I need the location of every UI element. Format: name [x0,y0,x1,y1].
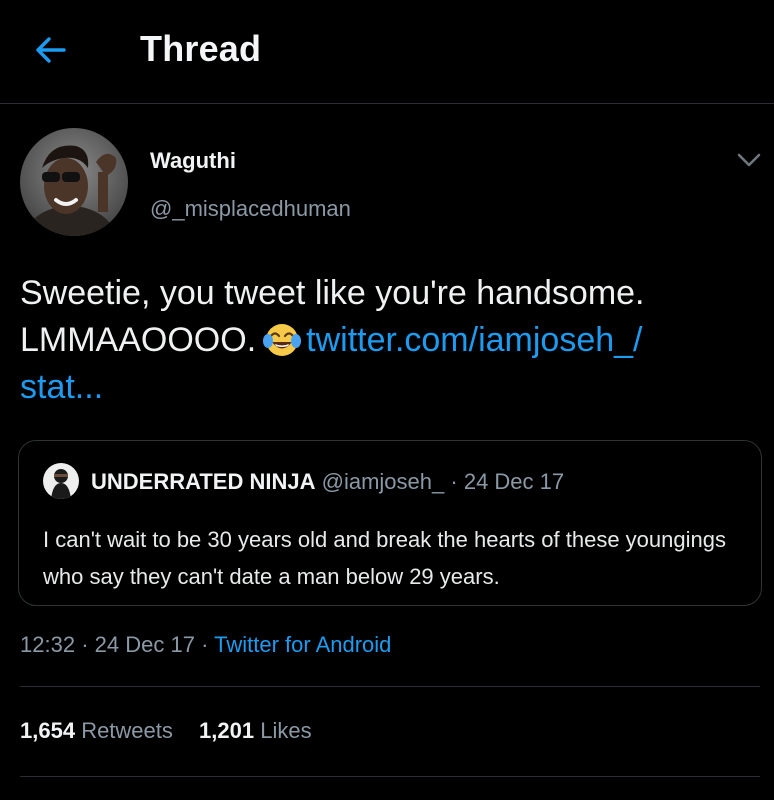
quoted-author-name: UNDERRATED NINJA [91,469,316,494]
back-button[interactable] [30,30,70,70]
likes-count: 1,201 [199,718,255,743]
arrow-left-icon [36,37,66,63]
tweet-source-link[interactable]: Twitter for Android [214,632,391,657]
quoted-tweet-header: UNDERRATED NINJA @iamjoseh_ · 24 Dec 17 [91,469,564,495]
divider [20,686,760,687]
page-title: Thread [140,28,262,69]
tweet-link[interactable]: twitter.com/iamjoseh_/ [306,321,642,359]
retweets-label: Retweets [81,718,173,743]
tweet-meta: 12:32 · 24 Dec 17 · Twitter for Android [20,632,391,658]
chevron-down-icon [737,153,761,167]
tweet-date: 24 Dec 17 [94,632,195,657]
tweet-text-line1: Sweetie, you tweet like you're handsome. [20,274,645,312]
avatar[interactable] [20,128,128,236]
retweets-count: 1,654 [20,718,76,743]
tweet-stats: 1,654 Retweets 1,201 Likes [20,718,312,744]
quoted-avatar [43,463,79,499]
quoted-author-handle: @iamjoseh_ [321,469,445,494]
retweets-stat[interactable]: 1,654 Retweets [20,718,173,744]
separator-dot: · [81,632,89,657]
separator-dot: · [201,632,209,657]
tweet-time: 12:32 [20,632,76,657]
tweet-text-line2: LMMAAOOOO. [20,321,257,359]
quoted-date: 24 Dec 17 [463,469,565,494]
divider [20,776,760,777]
top-bar: Thread [0,0,774,104]
tweet-link-continued[interactable]: stat... [20,368,103,406]
quoted-tweet-card[interactable]: UNDERRATED NINJA @iamjoseh_ · 24 Dec 17 … [18,440,762,606]
tweet-text: Sweetie, you tweet like you're handsome.… [20,270,760,411]
likes-stat[interactable]: 1,201 Likes [199,718,312,744]
author-name[interactable]: Waguthi [150,148,236,174]
separator-dot: · [450,469,458,494]
author-handle[interactable]: @_misplacedhuman [150,196,351,222]
likes-label: Likes [260,718,312,743]
quoted-tweet-text: I can't wait to be 30 years old and brea… [43,527,726,589]
more-options-button[interactable] [734,148,764,172]
face-with-tears-of-joy-icon [262,319,302,359]
